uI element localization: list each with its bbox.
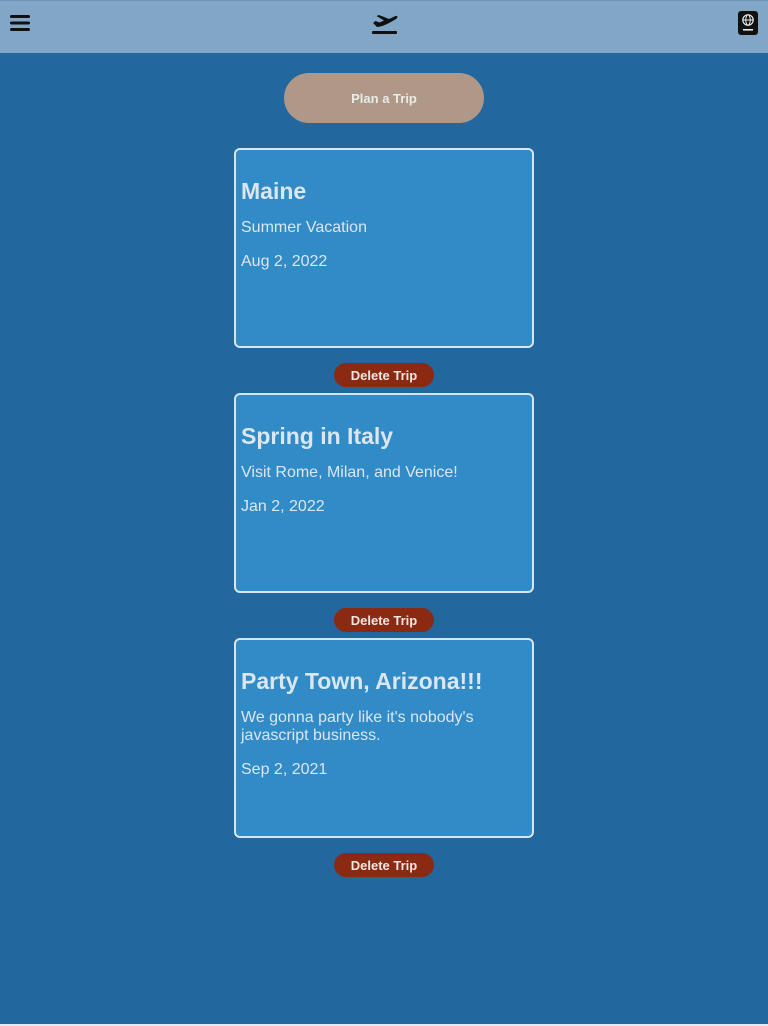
trip-item: Party Town, Arizona!!! We gonna party li… — [234, 638, 534, 883]
passport-button[interactable] — [736, 10, 760, 36]
menu-button[interactable] — [8, 11, 32, 35]
top-navbar — [0, 0, 768, 53]
trip-description: Visit Rome, Milan, and Venice! — [241, 464, 458, 481]
delete-trip-button[interactable]: Delete Trip — [334, 363, 434, 387]
trip-description: Summer Vacation — [241, 219, 367, 236]
passport-icon — [738, 11, 758, 35]
airplane-departure-icon — [372, 15, 398, 34]
trip-card[interactable]: Maine Summer Vacation Aug 2, 2022 — [234, 148, 534, 348]
trip-date: Sep 2, 2021 — [241, 761, 328, 778]
trip-title: Party Town, Arizona!!! — [241, 668, 483, 694]
hamburger-menu-icon — [10, 15, 30, 31]
delete-trip-button[interactable]: Delete Trip — [334, 608, 434, 632]
trip-list: Maine Summer Vacation Aug 2, 2022 Delete… — [234, 148, 534, 883]
trip-description: We gonna party like it's nobody's javasc… — [241, 709, 474, 744]
trip-card[interactable]: Party Town, Arizona!!! We gonna party li… — [234, 638, 534, 838]
trip-title: Maine — [241, 178, 307, 204]
trip-item: Spring in Italy Visit Rome, Milan, and V… — [234, 393, 534, 638]
trip-date: Jan 2, 2022 — [241, 498, 325, 515]
trip-item: Maine Summer Vacation Aug 2, 2022 Delete… — [234, 148, 534, 393]
delete-trip-button[interactable]: Delete Trip — [334, 853, 434, 877]
home-button[interactable] — [366, 9, 402, 37]
plan-trip-button[interactable]: Plan a Trip — [284, 73, 484, 123]
trip-title: Spring in Italy — [241, 423, 394, 449]
trip-date: Aug 2, 2022 — [241, 253, 328, 270]
trip-card[interactable]: Spring in Italy Visit Rome, Milan, and V… — [234, 393, 534, 593]
